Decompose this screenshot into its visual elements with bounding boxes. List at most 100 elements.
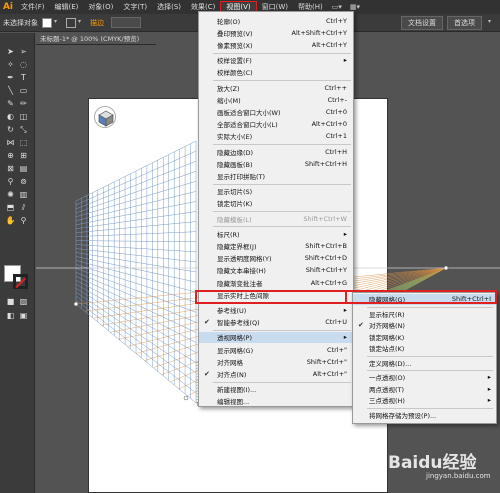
- view-menu-item[interactable]: 显示网格(G) Ctrl+": [199, 344, 353, 355]
- checkmark-icon: ✔: [204, 369, 210, 378]
- stroke-dropdown-icon[interactable]: ▾: [78, 18, 86, 28]
- stroke-box[interactable]: [13, 274, 28, 289]
- view-menu-item[interactable]: 对齐网格 Shift+Ctrl+": [199, 356, 353, 367]
- eraser-tool-icon[interactable]: ◫: [17, 111, 30, 123]
- view-menu-item[interactable]: 隐藏边缘(D) Ctrl+H: [199, 146, 353, 157]
- selection-tool-icon[interactable]: ➤: [4, 46, 17, 58]
- menu-separator: [213, 52, 351, 54]
- drawing-mode-icon[interactable]: ◧: [4, 310, 17, 322]
- submenu-item[interactable]: ✔ 对齐网格(N): [353, 320, 496, 331]
- gradient-tool-icon[interactable]: ▤: [17, 163, 30, 175]
- submenu-item[interactable]: 将网格存储为预设(P)...: [353, 410, 496, 421]
- view-menu-item[interactable]: 显示打印拼贴(T): [199, 170, 353, 181]
- view-menu-item[interactable]: 叠印预览(V) Alt+Shift+Ctrl+Y: [199, 27, 353, 38]
- view-menu-item[interactable]: 显示透明度网格(Y) Shift+Ctrl+D: [199, 253, 353, 264]
- pencil-tool-icon[interactable]: ✏: [17, 98, 30, 110]
- lasso-tool-icon[interactable]: ◌: [17, 59, 30, 71]
- color-mode-icon[interactable]: ■: [4, 296, 17, 308]
- perspective-grid-tool-icon[interactable]: ⊞: [17, 150, 30, 162]
- zoom-tool-icon[interactable]: ⚲: [17, 215, 30, 227]
- menu-edit[interactable]: 编辑(E): [50, 2, 84, 12]
- view-menu-item[interactable]: 参考线(U) ▸: [199, 304, 353, 315]
- gradient-mode-icon[interactable]: ▨: [17, 296, 30, 308]
- view-menu-item[interactable]: 校样颜色(C): [199, 67, 353, 78]
- view-menu-item[interactable]: 缩小(M) Ctrl+-: [199, 94, 353, 105]
- screen-mode-icon[interactable]: ▣: [17, 310, 30, 322]
- document-tab[interactable]: 未标题-1* @ 100% (CMYK/预览): [36, 33, 156, 45]
- line-tool-icon[interactable]: ╲: [4, 85, 17, 97]
- artboard-tool-icon[interactable]: ⬒: [4, 202, 17, 214]
- checkmark-icon: ✔: [204, 318, 210, 327]
- view-menu-item-label: 隐藏画板(B): [217, 160, 253, 169]
- scale-tool-icon[interactable]: ⤡: [17, 124, 30, 136]
- fill-stroke-control[interactable]: [4, 265, 30, 291]
- view-menu-dropdown: 轮廓(O) Ctrl+Y 叠印预览(V) Alt+Shift+Ctrl+Y 像素预览(X…: [198, 11, 354, 407]
- view-menu-item[interactable]: 画板适合窗口大小(W) Ctrl+0: [199, 106, 353, 117]
- view-menu-item[interactable]: 校样设置(F) ▸: [199, 55, 353, 66]
- stroke-weight-select[interactable]: [111, 17, 141, 28]
- view-menu-item[interactable]: 标尺(R) ▸: [199, 228, 353, 239]
- submenu-item-label: 锁定站点(K): [369, 345, 405, 354]
- view-menu-item[interactable]: 隐藏画板(B) Shift+Ctrl+H: [199, 158, 353, 169]
- menu-select[interactable]: 选择(S): [152, 2, 186, 12]
- submenu-item-shortcut: Shift+Ctrl+I: [451, 295, 491, 304]
- menu-object[interactable]: 对象(O): [83, 2, 118, 12]
- type-tool-icon[interactable]: T: [17, 72, 30, 84]
- stroke-swatch[interactable]: [66, 17, 76, 28]
- submenu-item[interactable]: 一点透视(O) ▸: [353, 372, 496, 383]
- menu-file[interactable]: 文件(F): [16, 2, 50, 12]
- menu-type[interactable]: 文字(T): [118, 2, 152, 12]
- submenu-item[interactable]: 三点透视(H) ▸: [353, 395, 496, 406]
- slice-tool-icon[interactable]: ⫽: [17, 202, 30, 214]
- view-menu-item[interactable]: 编辑视图...: [199, 396, 353, 407]
- plane-switching-widget[interactable]: [94, 106, 116, 128]
- fill-dropdown-icon[interactable]: ▾: [54, 18, 62, 28]
- view-menu-item[interactable]: ✔ 对齐点(N) Alt+Ctrl+": [199, 368, 353, 379]
- preferences-button[interactable]: 首选项: [447, 15, 482, 30]
- view-menu-item[interactable]: 放大(Z) Ctrl++: [199, 82, 353, 93]
- submenu-item[interactable]: 隐藏网格(G) Shift+Ctrl+I: [353, 294, 496, 305]
- direct-selection-tool-icon[interactable]: ➢: [17, 46, 30, 58]
- view-menu-item[interactable]: 隐藏文本串接(H) Shift+Ctrl+Y: [199, 265, 353, 276]
- document-setup-button[interactable]: 文档设置: [401, 15, 443, 30]
- submenu-item[interactable]: 锁定网格(K): [353, 332, 496, 343]
- submenu-item[interactable]: 定义网格(D)...: [353, 358, 496, 369]
- view-menu-item[interactable]: 像素预览(X) Alt+Ctrl+Y: [199, 39, 353, 50]
- view-menu-item[interactable]: 显示实时上色间隙: [199, 289, 353, 300]
- rotate-tool-icon[interactable]: ↻: [4, 124, 17, 136]
- view-menu-item[interactable]: 轮廓(O) Ctrl+Y: [199, 15, 353, 26]
- view-menu-item[interactable]: ✔ 智能参考线(Q) Ctrl+U: [199, 317, 353, 328]
- paintbrush-tool-icon[interactable]: ✎: [4, 98, 17, 110]
- view-menu-item[interactable]: 锁定切片(K): [199, 198, 353, 209]
- view-menu-item[interactable]: 实际大小(E) Ctrl+1: [199, 131, 353, 142]
- stroke-label[interactable]: 描边: [90, 18, 104, 28]
- view-menu-item[interactable]: 新建视图(I)...: [199, 384, 353, 395]
- panel-menu-icon[interactable]: ▾: [488, 18, 496, 28]
- submenu-item[interactable]: 两点透视(T) ▸: [353, 384, 496, 395]
- blob-brush-tool-icon[interactable]: ◐: [4, 111, 17, 123]
- view-menu-item[interactable]: 显示切片(S): [199, 186, 353, 197]
- fill-swatch[interactable]: [42, 17, 52, 28]
- submenu-item[interactable]: 锁定站点(K): [353, 343, 496, 354]
- symbol-sprayer-tool-icon[interactable]: ✺: [4, 189, 17, 201]
- width-tool-icon[interactable]: ⋈: [4, 137, 17, 149]
- free-transform-tool-icon[interactable]: ⬚: [17, 137, 30, 149]
- arrange-icon[interactable]: ▦▾: [346, 3, 364, 11]
- menu-separator: [213, 226, 351, 228]
- submenu-item[interactable]: 显示标尺(R): [353, 309, 496, 320]
- mesh-tool-icon[interactable]: ⊠: [4, 163, 17, 175]
- view-menu-item[interactable]: 隐藏渐变批注者 Alt+Ctrl+G: [199, 277, 353, 288]
- pen-tool-icon[interactable]: ✒: [4, 72, 17, 84]
- shape-builder-tool-icon[interactable]: ⊕: [4, 150, 17, 162]
- hand-tool-icon[interactable]: ✋: [4, 215, 17, 227]
- view-menu-item[interactable]: 透视网格(P) ▸: [199, 331, 353, 343]
- view-menu-item[interactable]: 隐藏定界框(J) Shift+Ctrl+B: [199, 240, 353, 251]
- bridge-icon[interactable]: ▭▾: [328, 3, 346, 11]
- view-menu-item[interactable]: 隐藏模板(L) Shift+Ctrl+W: [199, 213, 353, 224]
- view-menu-item[interactable]: 全部适合窗口大小(L) Alt+Ctrl+0: [199, 119, 353, 130]
- column-graph-tool-icon[interactable]: ▥: [17, 189, 30, 201]
- magic-wand-tool-icon[interactable]: ✧: [4, 59, 17, 71]
- blend-tool-icon[interactable]: ⊚: [17, 176, 30, 188]
- rectangle-tool-icon[interactable]: ▭: [17, 85, 30, 97]
- eyedropper-tool-icon[interactable]: ⚲: [4, 176, 17, 188]
